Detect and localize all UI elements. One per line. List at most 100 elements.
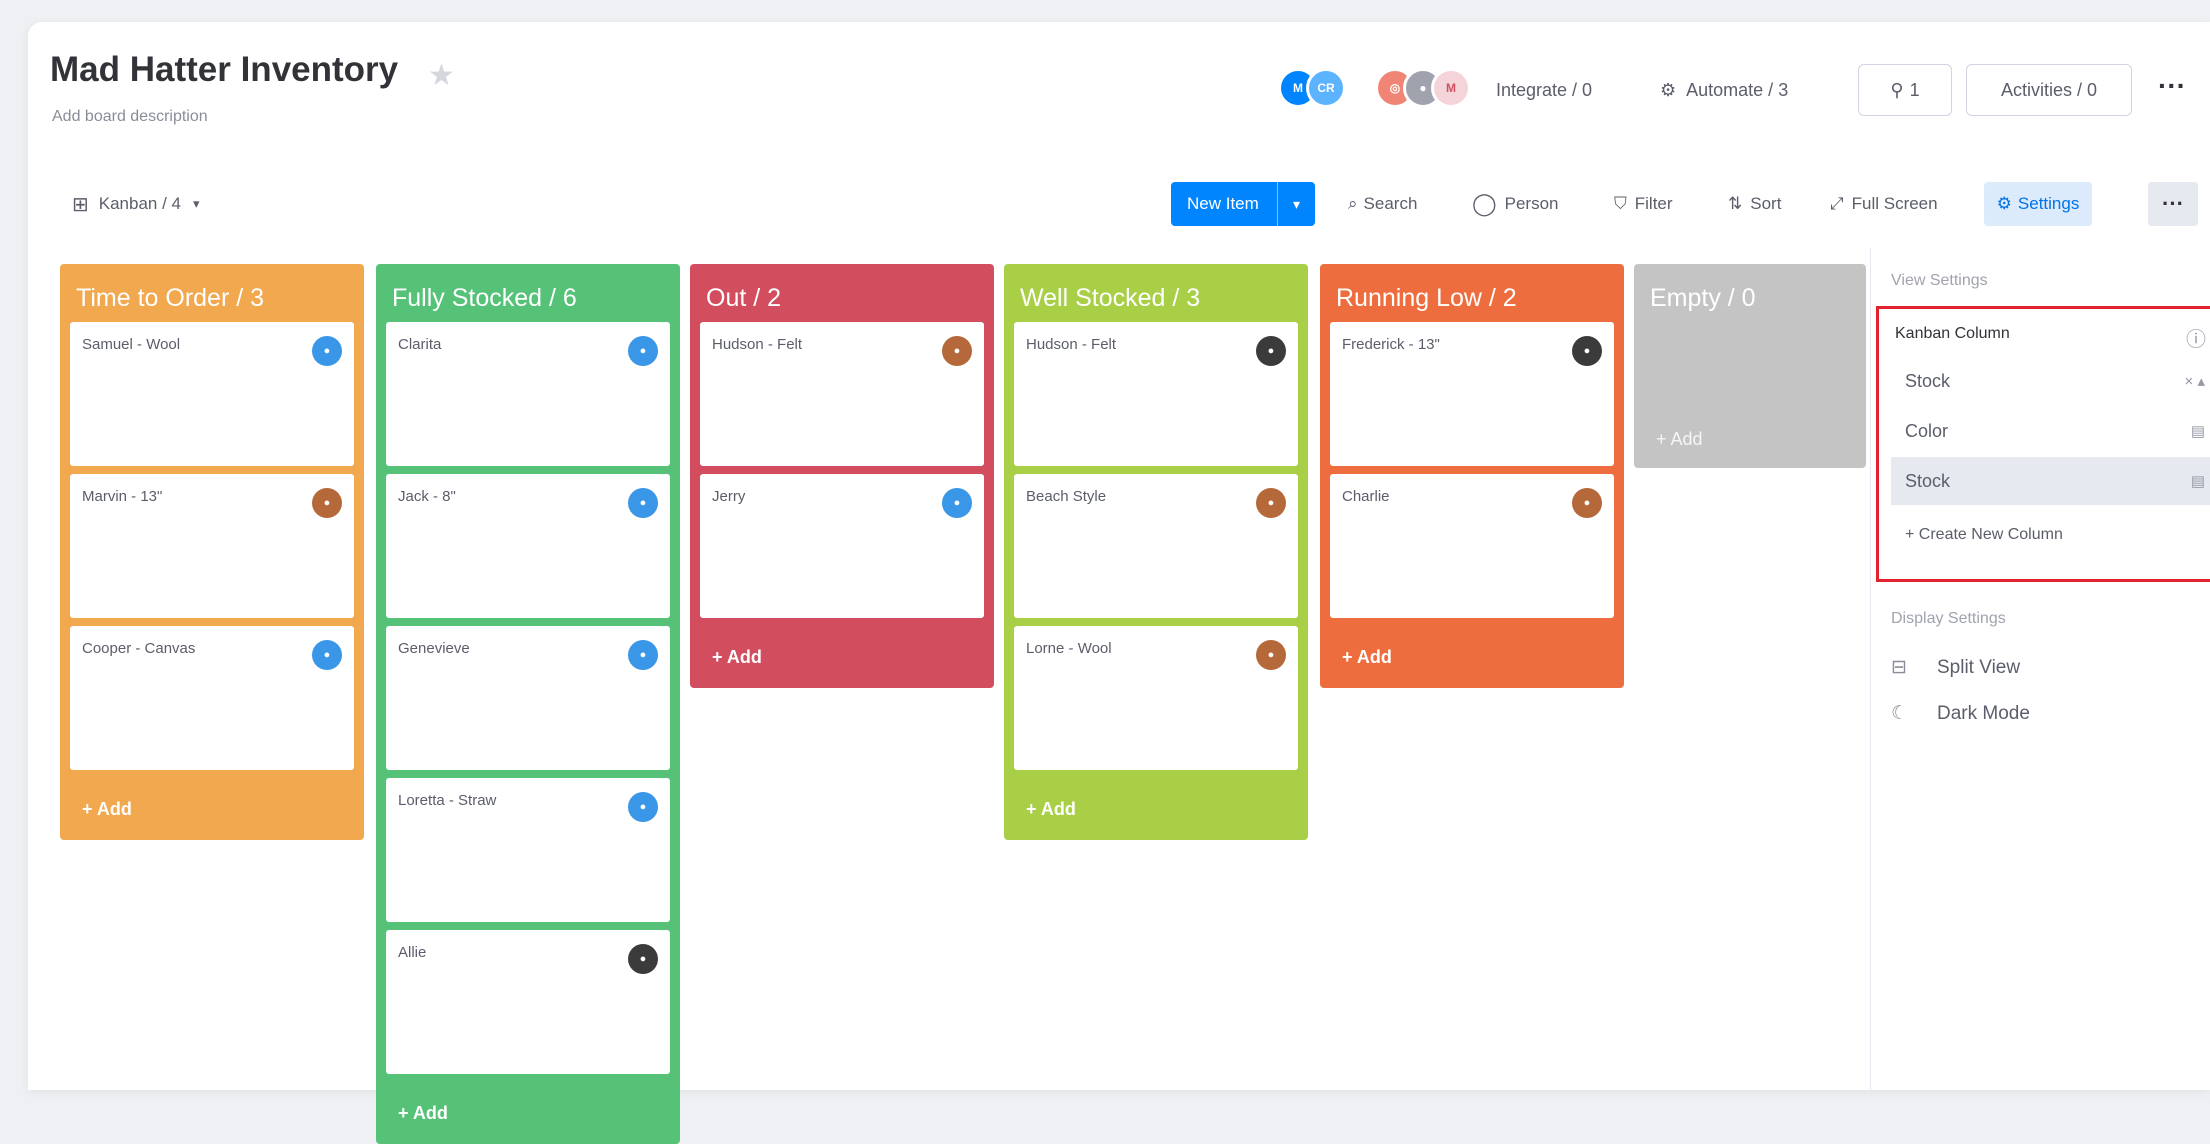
- moon-icon: ☾: [1891, 703, 1909, 724]
- view-selector[interactable]: ⊞ Kanban / 4 ▾: [72, 180, 200, 228]
- create-new-column-button[interactable]: + Create New Column: [1891, 511, 2210, 559]
- integrate-label: Integrate / 0: [1496, 79, 1593, 100]
- board-title[interactable]: Mad Hatter Inventory: [50, 50, 398, 90]
- chevron-down-icon[interactable]: ▾: [1277, 182, 1315, 226]
- card-title: Frederick - 13": [1342, 336, 1440, 353]
- column-title[interactable]: Empty / 0: [1644, 274, 1856, 322]
- kanban-column[interactable]: Out / 2 Hudson - Felt ● Jerry ● + Add: [690, 264, 994, 688]
- dark-mode-option[interactable]: ☾ Dark Mode: [1891, 702, 2030, 725]
- integration-avatars[interactable]: M CR: [1278, 68, 1346, 108]
- kanban-card[interactable]: Lorne - Wool ●: [1014, 626, 1298, 770]
- card-title: Genevieve: [398, 640, 470, 657]
- kanban-card[interactable]: Marvin - 13" ●: [70, 474, 354, 618]
- kanban-card[interactable]: Genevieve ●: [386, 626, 670, 770]
- kanban-card[interactable]: Beach Style ●: [1014, 474, 1298, 618]
- star-icon[interactable]: ★: [428, 58, 455, 93]
- avatar[interactable]: ●: [1572, 336, 1602, 366]
- avatar[interactable]: ●: [628, 640, 658, 670]
- avatar[interactable]: ●: [628, 792, 658, 822]
- column-option-color[interactable]: Color ▤: [1891, 407, 2210, 455]
- settings-button[interactable]: ⚙ Settings: [1984, 182, 2092, 226]
- column-title[interactable]: Time to Order / 3: [70, 274, 354, 322]
- kanban-column[interactable]: Running Low / 2 Frederick - 13" ● Charlie ● +…: [1320, 264, 1624, 688]
- info-icon[interactable]: ⓘ: [2186, 323, 2206, 352]
- kanban-card[interactable]: Hudson - Felt ●: [1014, 322, 1298, 466]
- card-title: Marvin - 13": [82, 488, 163, 505]
- avatar[interactable]: ●: [628, 336, 658, 366]
- automation-avatars[interactable]: ◎ ● M: [1375, 68, 1471, 108]
- kanban-card[interactable]: Charlie ●: [1330, 474, 1614, 618]
- filter-icon: ⛉: [1614, 194, 1627, 213]
- search-button[interactable]: ⌕ Search: [1348, 180, 1417, 228]
- board-menu-icon[interactable]: ···: [2158, 70, 2186, 102]
- avatar[interactable]: ●: [1256, 488, 1286, 518]
- more-options-button[interactable]: ···: [2148, 182, 2198, 226]
- split-view-option[interactable]: ⊟ Split View: [1891, 656, 2020, 679]
- avatar[interactable]: ●: [628, 944, 658, 974]
- avatar[interactable]: ●: [1572, 488, 1602, 518]
- integrate-button[interactable]: Integrate / 0: [1496, 64, 1592, 116]
- add-item-button[interactable]: + Add: [386, 1082, 670, 1144]
- kanban-card[interactable]: Hudson - Felt ●: [700, 322, 984, 466]
- kanban-column[interactable]: Fully Stocked / 6 Clarita ● Jack - 8" ● Genev…: [376, 264, 680, 1144]
- column-option-stock-highlighted[interactable]: Stock ▤: [1891, 457, 2210, 505]
- kanban-card[interactable]: Loretta - Straw ●: [386, 778, 670, 922]
- person-label: Person: [1504, 194, 1559, 213]
- kanban-column[interactable]: Time to Order / 3 Samuel - Wool ● Marvin - …: [60, 264, 364, 840]
- kanban-column[interactable]: Well Stocked / 3 Hudson - Felt ● Beach Styl…: [1004, 264, 1308, 840]
- add-item-button[interactable]: + Add: [1014, 778, 1298, 840]
- kanban-card[interactable]: Clarita ●: [386, 322, 670, 466]
- avatar[interactable]: ●: [312, 336, 342, 366]
- kanban-card[interactable]: Samuel - Wool ●: [70, 322, 354, 466]
- fullscreen-label: Full Screen: [1851, 194, 1938, 213]
- filter-button[interactable]: ⛉ Filter: [1614, 180, 1673, 228]
- add-item-button[interactable]: + Add: [700, 626, 984, 688]
- column-title[interactable]: Well Stocked / 3: [1014, 274, 1298, 322]
- add-item-button[interactable]: + Add: [70, 778, 354, 840]
- avatar[interactable]: ●: [628, 488, 658, 518]
- status-column-icon: ▤: [2190, 473, 2205, 490]
- column-option-stock[interactable]: Stock × ▴: [1891, 357, 2210, 405]
- sort-icon: ⇅: [1728, 194, 1743, 213]
- fullscreen-button[interactable]: ⤢ Full Screen: [1830, 180, 1938, 228]
- kanban-card[interactable]: Jerry ●: [700, 474, 984, 618]
- kanban-card[interactable]: Jack - 8" ●: [386, 474, 670, 618]
- avatar[interactable]: ●: [942, 336, 972, 366]
- dark-mode-label: Dark Mode: [1937, 702, 2030, 724]
- avatar[interactable]: ●: [312, 640, 342, 670]
- kanban-card[interactable]: Allie ●: [386, 930, 670, 1074]
- avatar[interactable]: ●: [312, 488, 342, 518]
- kanban-card[interactable]: Cooper - Canvas ●: [70, 626, 354, 770]
- kanban-column[interactable]: Empty / 0 + Add: [1634, 264, 1866, 468]
- card-title: Hudson - Felt: [1026, 336, 1117, 353]
- automate-button[interactable]: ⚙ Automate / 3: [1660, 64, 1788, 116]
- search-label: Search: [1363, 194, 1418, 213]
- activities-button[interactable]: Activities / 0: [1966, 64, 2132, 116]
- new-item-label: New Item: [1187, 194, 1259, 213]
- card-title: Hudson - Felt: [712, 336, 803, 353]
- column-title[interactable]: Running Low / 2: [1330, 274, 1614, 322]
- split-view-icon: ⊟: [1891, 657, 1907, 678]
- add-item-button[interactable]: + Add: [1330, 626, 1614, 688]
- add-item-button[interactable]: + Add: [1644, 410, 1856, 468]
- split-view-label: Split View: [1937, 656, 2021, 678]
- kanban-icon: ⊞: [72, 193, 89, 216]
- card-title: Beach Style: [1026, 488, 1107, 505]
- board-description[interactable]: Add board description: [52, 108, 208, 126]
- kanban-card[interactable]: Frederick - 13" ●: [1330, 322, 1614, 466]
- sort-button[interactable]: ⇅ Sort: [1728, 180, 1781, 228]
- person-filter-button[interactable]: ◯ Person: [1472, 180, 1559, 228]
- filter-label: Filter: [1634, 194, 1673, 213]
- new-item-button[interactable]: New Item ▾: [1171, 182, 1315, 226]
- members-button[interactable]: ⚲ 1: [1858, 64, 1952, 116]
- members-count: 1: [1909, 79, 1920, 100]
- column-title[interactable]: Out / 2: [700, 274, 984, 322]
- view-label: Kanban / 4: [98, 194, 182, 213]
- column-title[interactable]: Fully Stocked / 6: [386, 274, 670, 322]
- avatar[interactable]: ●: [1256, 336, 1286, 366]
- chevron-up-icon[interactable]: × ▴: [2185, 372, 2205, 390]
- search-icon: ⌕: [1348, 194, 1358, 213]
- avatar[interactable]: ●: [1256, 640, 1286, 670]
- avatar[interactable]: ●: [942, 488, 972, 518]
- card-title: Cooper - Canvas: [82, 640, 196, 657]
